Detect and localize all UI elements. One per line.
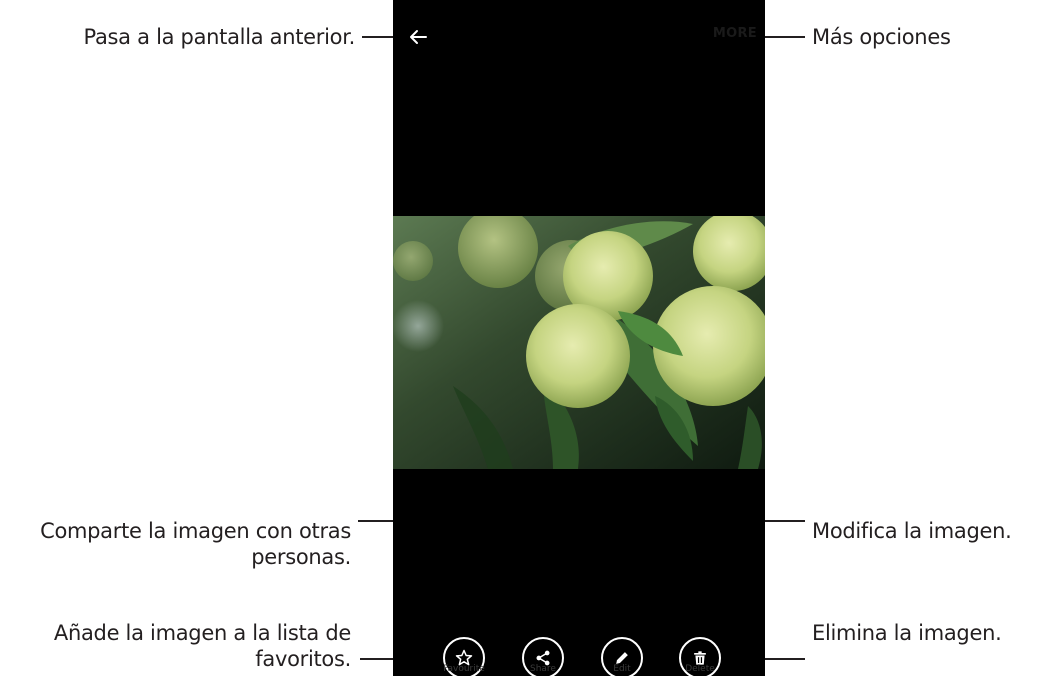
callout-share-line1: Comparte la imagen con otras	[40, 519, 351, 543]
callout-edit: Modifica la imagen.	[812, 519, 1012, 543]
callout-share: Comparte la imagen con otras personas.	[40, 518, 351, 570]
callout-more-line	[760, 36, 805, 38]
delete-label: Delete	[685, 664, 715, 674]
more-button[interactable]: MORE	[713, 26, 757, 41]
gallery-screen: MORE Favourite Share Edit Delete	[393, 0, 765, 676]
callout-more: Más opciones	[812, 25, 951, 49]
back-button[interactable]	[403, 22, 433, 52]
favourite-label: Favourite	[443, 664, 485, 674]
callout-share-line2: personas.	[251, 545, 351, 569]
photo-image	[393, 216, 765, 469]
callout-favourite-line1: Añade la imagen a la lista de	[53, 621, 351, 645]
edit-label: Edit	[613, 664, 631, 674]
back-arrow-icon	[410, 30, 427, 44]
callout-favourite-line2: favoritos.	[255, 647, 351, 671]
callout-back: Pasa a la pantalla anterior.	[83, 25, 356, 49]
callout-delete: Elimina la imagen.	[812, 621, 1002, 645]
share-label: Share	[530, 664, 556, 674]
callout-favourite: Añade la imagen a la lista de favoritos.	[54, 620, 351, 672]
